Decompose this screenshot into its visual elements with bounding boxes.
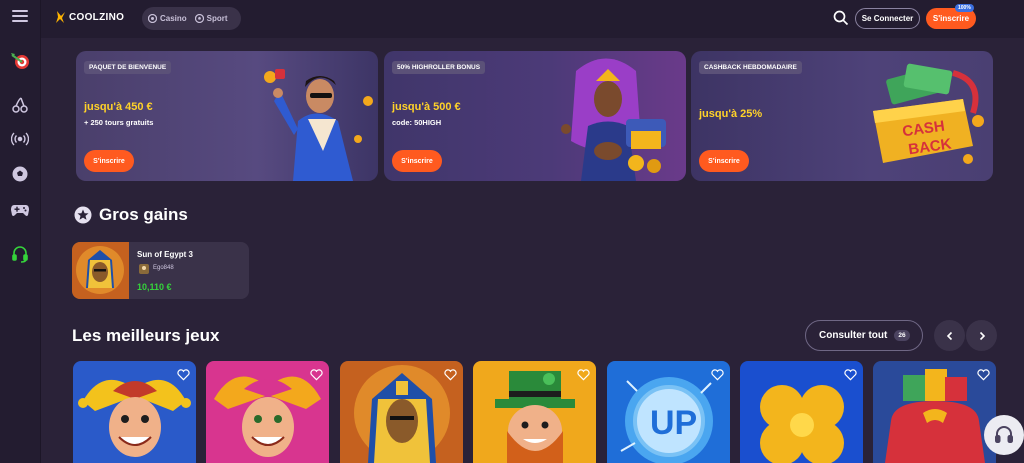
- logo-text: COOLZINO: [69, 11, 125, 23]
- banner-signup-button[interactable]: S'inscrire: [392, 150, 442, 172]
- chevron-left-icon: [946, 331, 952, 340]
- sidebar: [0, 0, 41, 463]
- best-games-title: Les meilleurs jeux: [72, 326, 220, 345]
- toggle-sport[interactable]: Sport: [194, 14, 228, 23]
- banner-sub: code: 50HIGH: [392, 118, 442, 127]
- support-chat-button[interactable]: [984, 415, 1024, 455]
- banner-signup-button[interactable]: S'inscrire: [84, 150, 134, 172]
- menu-icon[interactable]: [12, 10, 28, 24]
- toggle-sport-label: Sport: [206, 14, 228, 23]
- game-tile[interactable]: [206, 361, 329, 463]
- banner-label: CASHBACK HEBDOMADAIRE: [699, 61, 802, 74]
- up-text: UP: [650, 404, 697, 442]
- toggle-casino[interactable]: Casino: [148, 14, 187, 23]
- cashback-chest-illustration: CASH BACK: [873, 63, 984, 164]
- game-tile[interactable]: [73, 361, 196, 463]
- banner-cashback[interactable]: CASH BACK CASHBACK HEBDOMADAIRE jusqu'à …: [691, 51, 993, 181]
- search-icon[interactable]: [833, 10, 849, 26]
- win-username: Ego848: [153, 265, 174, 271]
- win-amount: 10,110 €: [137, 282, 172, 292]
- logo-icon: [56, 11, 65, 23]
- avatar: [139, 264, 149, 274]
- banner-amount: jusqu'à 450 €: [84, 101, 153, 113]
- banner-sub: + 250 tours gratuits: [84, 118, 154, 127]
- heart-icon[interactable]: [844, 369, 857, 381]
- game-tile[interactable]: [740, 361, 863, 463]
- heart-icon[interactable]: [711, 369, 724, 381]
- bonus-badge: 100%: [955, 4, 974, 12]
- dart-icon[interactable]: [9, 50, 31, 72]
- win-game-name: Sun of Egypt 3: [137, 250, 193, 259]
- next-arrow-button[interactable]: [966, 320, 997, 351]
- game-tile[interactable]: [873, 361, 996, 463]
- heart-icon[interactable]: [444, 369, 457, 381]
- suited-man-illustration: [264, 69, 373, 181]
- login-button[interactable]: Se Connecter: [855, 8, 920, 29]
- banner-highroller[interactable]: 50% HIGHROLLER BONUS jusqu'à 500 € code:…: [384, 51, 686, 181]
- game-tile[interactable]: [340, 361, 463, 463]
- game-tile[interactable]: UP: [607, 361, 730, 463]
- banner-label: 50% HIGHROLLER BONUS: [392, 61, 486, 74]
- chevron-right-icon: [979, 331, 985, 340]
- live-broadcast-icon[interactable]: [9, 128, 31, 150]
- view-all-button[interactable]: Consulter tout 26: [805, 320, 923, 351]
- big-win-card[interactable]: Sun of Egypt 3 Ego848 10,110 €: [72, 242, 249, 299]
- heart-icon[interactable]: [977, 369, 990, 381]
- toggle-casino-label: Casino: [160, 14, 187, 23]
- games-count-badge: 26: [894, 330, 910, 341]
- soccer-ball-icon[interactable]: [9, 163, 31, 185]
- headset-icon: [995, 426, 1013, 443]
- prev-arrow-button[interactable]: [934, 320, 965, 351]
- banner-welcome[interactable]: PAQUET DE BIENVENUE jusqu'à 450 € + 250 …: [76, 51, 378, 181]
- big-wins-title: Gros gains: [99, 205, 188, 224]
- ball-icon: [194, 14, 204, 23]
- heart-icon[interactable]: [310, 369, 323, 381]
- chip-icon: [148, 14, 157, 23]
- pharaoh-icon: [72, 242, 129, 299]
- banner-signup-button[interactable]: S'inscrire: [699, 150, 749, 172]
- banner-amount: jusqu'à 500 €: [392, 101, 461, 113]
- casino-sport-toggle: Casino Sport: [142, 7, 241, 30]
- gamepad-icon[interactable]: [9, 199, 31, 221]
- view-all-label: Consulter tout: [819, 330, 888, 341]
- star-icon: [74, 206, 92, 224]
- queen-illustration: [561, 58, 666, 181]
- cherries-icon[interactable]: [9, 94, 31, 116]
- heart-icon[interactable]: [177, 369, 190, 381]
- heart-icon[interactable]: [577, 369, 590, 381]
- banner-label: PAQUET DE BIENVENUE: [84, 61, 172, 74]
- logo[interactable]: COOLZINO: [55, 10, 124, 24]
- headset-icon[interactable]: [9, 243, 31, 265]
- game-tile[interactable]: [473, 361, 596, 463]
- banner-amount: jusqu'à 25%: [699, 108, 763, 120]
